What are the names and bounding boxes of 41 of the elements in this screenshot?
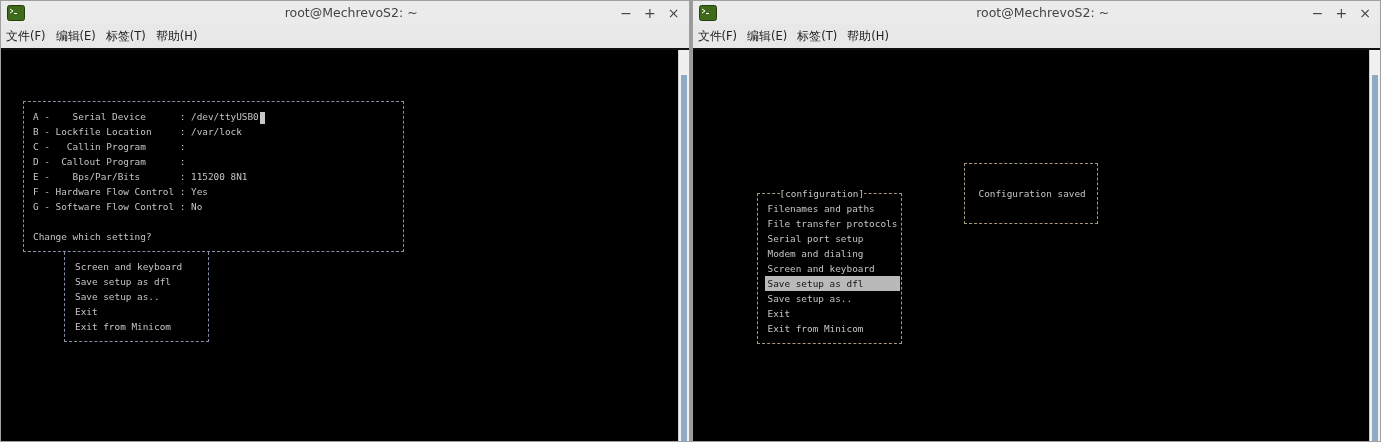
menu-option[interactable]: Save setup as.. — [766, 291, 854, 306]
menu-option[interactable]: Save setup as dfl — [74, 274, 172, 289]
window-control[interactable]: × — [1356, 4, 1374, 21]
window-control[interactable]: × — [664, 4, 683, 21]
menu-option[interactable]: Serial port setup — [766, 231, 865, 246]
menu-item[interactable]: 文件(F) — [6, 28, 46, 44]
menu-option[interactable]: Modem and dialing — [766, 246, 865, 261]
terminal-icon — [7, 4, 25, 21]
window-control[interactable]: − — [1308, 4, 1327, 21]
menu-item[interactable]: 帮助(H) — [155, 28, 198, 44]
setting-line: G - Software Flow Control : No — [33, 201, 203, 212]
window-control[interactable]: + — [1332, 4, 1351, 21]
menu-option[interactable]: Exit from Minicom — [766, 321, 865, 336]
prompt-text: Change which setting? — [33, 231, 152, 242]
menu-option[interactable]: Exit — [766, 306, 792, 321]
window-control[interactable]: − — [617, 4, 636, 21]
menu-option[interactable]: Filenames and paths — [766, 201, 876, 216]
setting-line: F - Hardware Flow Control : Yes — [33, 186, 208, 197]
message-text: Configuration saved — [978, 188, 1086, 199]
window-title: root@MechrevoS2: ~ — [976, 5, 1110, 20]
menu-item[interactable]: 标签(T) — [797, 28, 838, 44]
menu-item[interactable]: 编辑(E) — [747, 28, 788, 44]
terminal-icon — [698, 4, 717, 21]
setting-line: D - Callout Program : — [33, 156, 186, 167]
menu-option[interactable]: Screen and keyboard — [766, 261, 876, 276]
menu-item[interactable]: 帮助(H) — [847, 28, 889, 44]
menu-item[interactable]: 标签(T) — [105, 28, 146, 44]
window-control[interactable]: + — [641, 4, 659, 21]
setting-line: C - Callin Program : — [33, 141, 186, 152]
menu-option[interactable]: File transfer protocols — [766, 216, 899, 231]
menu-item[interactable]: 文件(F) — [697, 28, 738, 44]
menu-option[interactable]: Exit from Minicom — [74, 319, 172, 334]
menu-option[interactable]: Screen and keyboard — [74, 259, 184, 274]
menu-option[interactable]: Exit — [74, 304, 99, 319]
menu-item[interactable]: 编辑(E) — [55, 28, 96, 44]
setting-line: A - Serial Device : /dev/ttyUSB0 — [33, 111, 259, 122]
menu-option[interactable]: Save setup as.. — [74, 289, 161, 304]
menu-option[interactable]: Save setup as dfl — [764, 276, 900, 291]
setting-line: B - Lockfile Location : /var/lock — [33, 126, 242, 137]
setting-line: E - Bps/Par/Bits : 115200 8N1 — [33, 171, 248, 182]
window-title: root@MechrevoS2: ~ — [284, 5, 418, 20]
